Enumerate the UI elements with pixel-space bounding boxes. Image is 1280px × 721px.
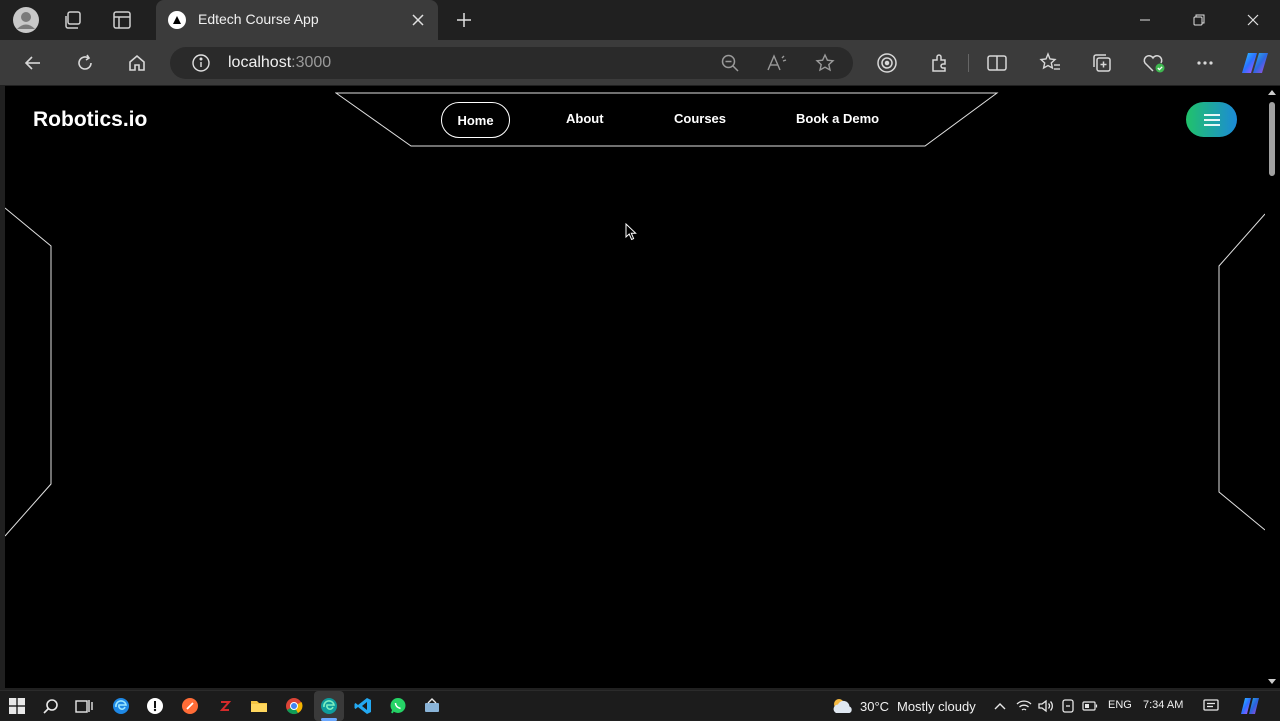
tab-strip: Edtech Course App — [0, 0, 1280, 40]
right-frame-outline — [1218, 213, 1265, 531]
file-explorer-icon[interactable] — [248, 695, 270, 717]
spotify-app-icon[interactable] — [144, 695, 166, 717]
nav-frame-outline — [335, 92, 999, 147]
close-window-icon[interactable] — [1226, 0, 1280, 40]
profile-avatar-icon[interactable] — [12, 6, 40, 34]
left-frame-outline — [5, 207, 52, 537]
battery-icon[interactable] — [1079, 695, 1101, 717]
notifications-icon[interactable] — [1200, 695, 1222, 717]
url-text: localhost:3000 — [228, 54, 332, 71]
weather-condition[interactable]: Mostly cloudy — [897, 699, 976, 714]
back-icon[interactable] — [18, 48, 48, 78]
input-language[interactable]: ENG — [1108, 699, 1132, 711]
new-tab-icon[interactable] — [450, 6, 478, 34]
site-info-icon[interactable] — [186, 48, 216, 78]
tracking-prevention-icon[interactable] — [872, 48, 902, 78]
wifi-icon[interactable] — [1013, 695, 1035, 717]
restore-icon[interactable] — [1172, 0, 1226, 40]
filezilla-app-icon[interactable] — [214, 695, 236, 717]
nav-about-link[interactable]: About — [566, 111, 604, 126]
task-view-icon[interactable] — [73, 695, 95, 717]
mouse-pointer-icon — [625, 223, 637, 241]
whatsapp-app-icon[interactable] — [387, 695, 409, 717]
weather-cloud-icon[interactable] — [830, 695, 856, 717]
toolbar-divider — [968, 54, 969, 72]
vscode-app-icon[interactable] — [352, 695, 374, 717]
nav-courses-link[interactable]: Courses — [674, 111, 726, 126]
system-app-icon[interactable] — [421, 695, 443, 717]
weather-temperature[interactable]: 30°C — [860, 699, 889, 714]
nextjs-favicon-icon — [168, 11, 186, 29]
scrollbar-thumb[interactable] — [1269, 102, 1275, 176]
active-tab[interactable]: Edtech Course App — [156, 0, 438, 40]
postman-app-icon[interactable] — [179, 695, 201, 717]
hamburger-icon — [1203, 113, 1220, 126]
collections-icon[interactable] — [1087, 48, 1117, 78]
meet-now-icon[interactable] — [1057, 695, 1079, 717]
volume-icon[interactable] — [1035, 695, 1057, 717]
search-icon[interactable] — [40, 695, 62, 717]
system-clock[interactable]: 7:34 AM — [1143, 699, 1183, 711]
close-tab-icon[interactable] — [406, 8, 430, 32]
windows-taskbar: 30°C Mostly cloudy ENG 7:34 AM — [0, 690, 1280, 721]
chevron-up-icon[interactable] — [989, 695, 1011, 717]
scroll-down-icon[interactable] — [1268, 679, 1276, 684]
split-screen-icon[interactable] — [982, 48, 1012, 78]
page-scrollbar[interactable] — [1265, 86, 1280, 688]
workspaces-icon[interactable] — [58, 6, 86, 34]
edge-browser-running-icon[interactable] — [318, 695, 340, 717]
more-options-icon[interactable] — [1190, 48, 1220, 78]
nav-home-link[interactable]: Home — [441, 102, 510, 138]
edge-app-icon[interactable] — [110, 695, 132, 717]
home-icon[interactable] — [122, 48, 152, 78]
browser-essentials-icon[interactable] — [1139, 48, 1169, 78]
hamburger-menu-button[interactable] — [1186, 102, 1237, 137]
tab-actions-icon[interactable] — [108, 6, 136, 34]
read-aloud-icon[interactable] — [762, 48, 792, 78]
chrome-app-icon[interactable] — [283, 695, 305, 717]
zoom-out-icon[interactable] — [715, 48, 745, 78]
site-logo[interactable]: Robotics.io — [33, 108, 147, 132]
minimize-icon[interactable] — [1118, 0, 1172, 40]
refresh-icon[interactable] — [70, 48, 100, 78]
favorite-star-icon[interactable] — [810, 48, 840, 78]
tab-title: Edtech Course App — [198, 11, 319, 27]
browser-toolbar: localhost:3000 — [0, 40, 1280, 85]
windows-start-icon[interactable] — [6, 695, 28, 717]
scroll-up-icon[interactable] — [1268, 90, 1276, 95]
favorites-icon[interactable] — [1035, 48, 1065, 78]
copilot-icon[interactable] — [1238, 48, 1272, 78]
page-viewport: Robotics.io Home About Courses Book a De… — [5, 86, 1265, 688]
copilot-taskbar-icon[interactable] — [1237, 695, 1263, 717]
address-bar[interactable]: localhost:3000 — [170, 47, 853, 79]
nav-book-demo-link[interactable]: Book a Demo — [796, 111, 879, 126]
extensions-icon[interactable] — [925, 48, 955, 78]
